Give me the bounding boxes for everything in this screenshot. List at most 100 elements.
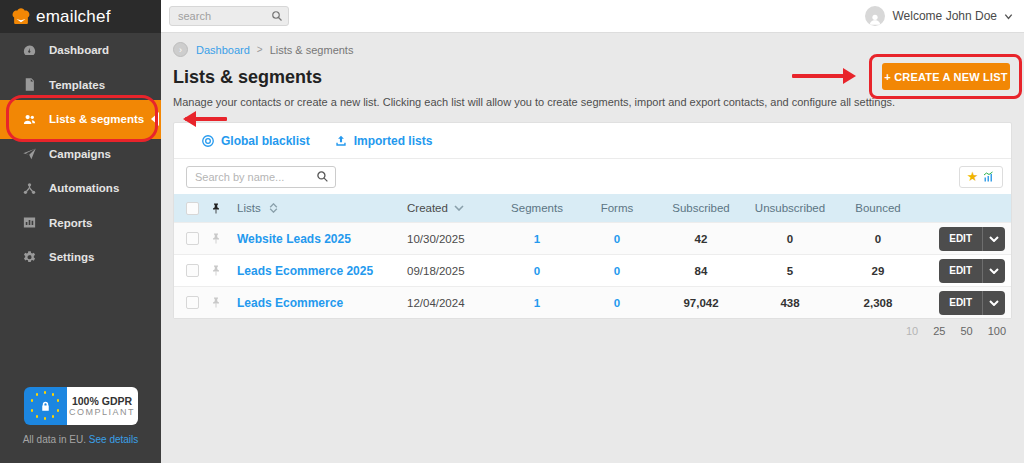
sidebar-item-dashboard[interactable]: Dashboard [0, 33, 161, 68]
stats-icon [982, 171, 995, 183]
forms-cell[interactable]: 0 [577, 297, 657, 309]
column-bounced[interactable]: Bounced [835, 202, 921, 214]
breadcrumb-dashboard-link[interactable]: Dashboard [196, 44, 250, 56]
sort-icon [269, 203, 278, 213]
edit-dropdown-button[interactable] [983, 227, 1005, 251]
column-forms[interactable]: Forms [577, 202, 657, 214]
table-row: Website Leads 2025 10/30/2025 1 0 42 0 0… [174, 222, 1011, 254]
sidebar-item-lists-segments[interactable]: Lists & segments [0, 100, 161, 139]
app: emailchef Dashboard Templates Lists & se… [0, 0, 1024, 463]
user-menu[interactable]: Welcome John Doe [865, 6, 1015, 26]
row-checkbox[interactable] [186, 232, 199, 245]
panel-links-row: Global blacklist Imported lists [174, 123, 1011, 159]
search-icon [271, 10, 283, 22]
chef-hat-icon [10, 6, 32, 28]
sidebar-item-automations[interactable]: Automations [0, 171, 161, 206]
table-row: Leads Ecommerce 12/04/2024 1 0 97,042 43… [174, 286, 1011, 318]
gdpr-see-details-link[interactable]: See details [89, 434, 138, 445]
sidebar-item-settings[interactable]: Settings [0, 240, 161, 275]
edit-dropdown-button[interactable] [983, 259, 1005, 283]
search-icon [316, 170, 329, 183]
pin-icon[interactable] [209, 296, 223, 309]
create-new-list-button[interactable]: + CREATE A NEW LIST [882, 63, 1010, 90]
table-header: Lists Created Segments Forms Subscribed … [174, 194, 1011, 222]
bounced-cell: 0 [835, 233, 921, 245]
edit-button[interactable]: EDIT [939, 259, 1005, 283]
sidebar-item-campaigns[interactable]: Campaigns [0, 137, 161, 172]
sidebar-item-templates[interactable]: Templates [0, 68, 161, 103]
sidebar-item-reports[interactable]: Reports [0, 206, 161, 241]
gdpr-badge: 100% GDPR COMPLIANT [24, 387, 138, 425]
subscribed-cell: 42 [657, 233, 745, 245]
breadcrumb-current: Lists & segments [270, 44, 354, 56]
sidebar-item-label: Templates [49, 79, 105, 91]
blacklist-icon [201, 134, 215, 148]
star-icon: ★ [967, 170, 979, 183]
brand-logo[interactable]: emailchef [0, 0, 161, 33]
sidebar-item-label: Lists & segments [49, 113, 144, 125]
page-size-option[interactable]: 10 [906, 325, 918, 337]
gdpr-line2: COMPLIANT [69, 407, 135, 417]
sidebar-nav: Dashboard Templates Lists & segments Cam… [0, 33, 161, 275]
gdpr-line1: 100% GDPR [72, 395, 132, 407]
created-cell: 10/30/2025 [407, 233, 497, 245]
segments-cell[interactable]: 0 [497, 265, 577, 277]
lists-panel: Global blacklist Imported lists ★ [173, 122, 1012, 319]
topbar-search [169, 6, 289, 26]
sidebar-item-label: Automations [49, 182, 119, 194]
upload-icon [334, 134, 348, 148]
forms-cell[interactable]: 0 [577, 265, 657, 277]
list-name-link[interactable]: Website Leads 2025 [237, 232, 351, 246]
sidebar-item-label: Reports [49, 217, 92, 229]
table-toolbar: ★ [174, 159, 1011, 194]
breadcrumb-home-icon[interactable]: › [173, 42, 188, 57]
page-size-option[interactable]: 25 [933, 325, 945, 337]
sidebar-item-label: Dashboard [49, 44, 109, 56]
page-description: Manage your contacts or create a new lis… [173, 96, 1012, 108]
users-icon [22, 112, 37, 127]
sidebar: emailchef Dashboard Templates Lists & se… [0, 0, 161, 463]
column-segments[interactable]: Segments [497, 202, 577, 214]
unsubscribed-cell: 438 [745, 297, 835, 309]
column-lists[interactable]: Lists [237, 202, 407, 214]
gdpr-eu-lock-icon [24, 387, 67, 425]
segments-cell[interactable]: 1 [497, 297, 577, 309]
created-cell: 09/18/2025 [407, 265, 497, 277]
active-item-notch [144, 112, 159, 126]
page-size-option[interactable]: 100 [988, 325, 1006, 337]
gdpr-footnote: All data in EU. [23, 434, 86, 445]
unsubscribed-cell: 5 [745, 265, 835, 277]
bounced-cell: 29 [835, 265, 921, 277]
edit-button[interactable]: EDIT [939, 227, 1005, 251]
column-unsubscribed[interactable]: Unsubscribed [745, 202, 835, 214]
reports-icon [22, 215, 37, 230]
row-checkbox[interactable] [186, 296, 199, 309]
edit-dropdown-button[interactable] [983, 291, 1005, 315]
search-by-name-input[interactable] [186, 166, 336, 188]
column-subscribed[interactable]: Subscribed [657, 202, 745, 214]
favorites-stats-toggle[interactable]: ★ [959, 166, 1003, 188]
templates-icon [22, 77, 37, 92]
pin-column-icon[interactable] [209, 202, 223, 215]
list-name-link[interactable]: Leads Ecommerce [237, 296, 343, 310]
select-all-checkbox[interactable] [186, 202, 199, 215]
global-blacklist-link[interactable]: Global blacklist [201, 134, 310, 148]
main-content: › Dashboard > Lists & segments Lists & s… [161, 33, 1024, 463]
pin-icon[interactable] [209, 232, 223, 245]
column-created[interactable]: Created [407, 202, 497, 214]
breadcrumb-separator: > [257, 44, 263, 55]
subscribed-cell: 84 [657, 265, 745, 277]
chevron-down-icon [1003, 11, 1014, 22]
pin-icon[interactable] [209, 264, 223, 277]
pagination: 10 25 50 100 [906, 325, 1006, 337]
list-name-link[interactable]: Leads Ecommerce 2025 [237, 264, 373, 278]
row-checkbox[interactable] [186, 264, 199, 277]
edit-button[interactable]: EDIT [939, 291, 1005, 315]
gdpr-badge-area: 100% GDPR COMPLIANT All data in EU. See … [0, 387, 161, 445]
segments-cell[interactable]: 1 [497, 233, 577, 245]
imported-lists-link[interactable]: Imported lists [334, 134, 433, 148]
automations-icon [22, 181, 37, 196]
page-size-option[interactable]: 50 [960, 325, 972, 337]
sort-down-icon [454, 205, 464, 211]
forms-cell[interactable]: 0 [577, 233, 657, 245]
